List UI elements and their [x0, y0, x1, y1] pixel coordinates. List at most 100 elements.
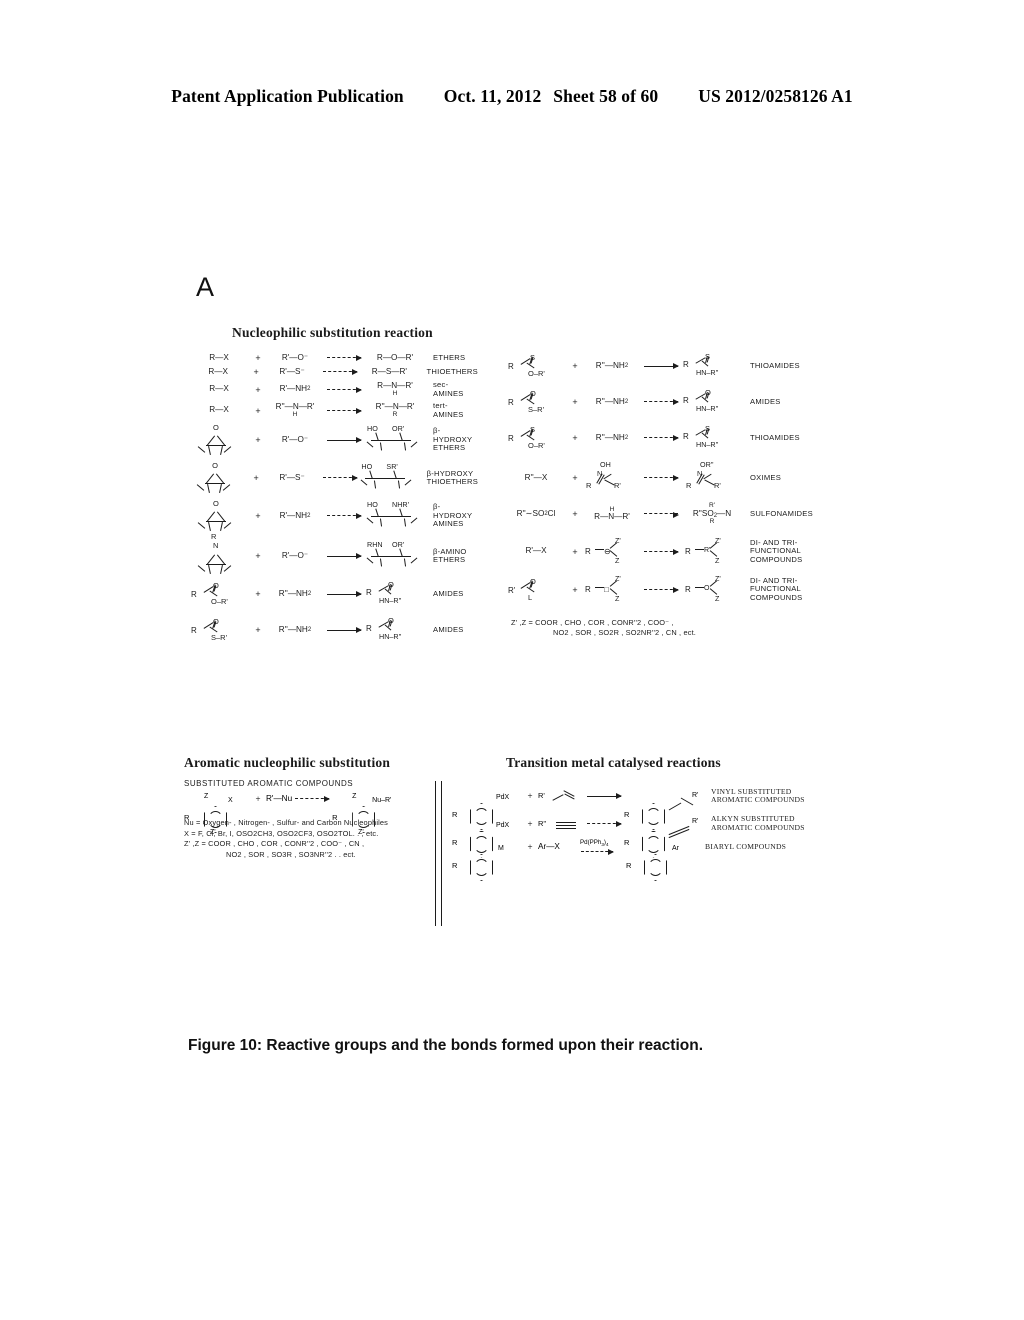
reaction-row: R'—X + R Z' ⊖ Z R Z' R' Z DI- AND TRI-FUNCTI…	[505, 535, 825, 566]
aromatic-section: Aromatic nucleophilic substitution SUBST…	[184, 755, 434, 861]
reagent: R'—NH 2	[279, 384, 311, 394]
figure-caption: Figure 10: Reactive groups and the bonds…	[188, 1037, 704, 1054]
header-date: Oct. 11, 2012	[443, 86, 542, 106]
reaction-row: RSO–R' + R''—NH2 RSHN–R'' THIOAMIDES	[505, 352, 825, 379]
reaction-arrow-icon	[324, 626, 364, 633]
reaction-arrow-icon	[324, 355, 364, 362]
oxime-structure: OH N R R'	[586, 460, 621, 490]
reaction-row: R—X + R'—S⁻ R—S—R' THIOETHERS	[188, 367, 478, 377]
amide-structure: ROHN–R''	[681, 388, 743, 415]
alkene-reagent: R'	[538, 787, 584, 805]
product-structure: RHN OR'	[364, 540, 426, 570]
oxime-ether-structure: OR'' N R R'	[686, 460, 721, 490]
header-publication: Patent Application Publication	[171, 86, 404, 106]
plus-sign: +	[527, 791, 533, 801]
product-substituent: R	[392, 410, 398, 418]
aziridine-structure: R N	[188, 532, 250, 575]
amide-structure: ROHN–R''	[364, 616, 426, 643]
reaction-row: R''—X + OH N R R' OR'' N R R' OXIMES	[505, 460, 825, 493]
reaction-row: R—X + R'—NH 2 R—N—R' H sec- AMINES	[188, 380, 478, 398]
thioamide-structure: RSHN–R''	[681, 352, 743, 379]
plus-sign: +	[572, 509, 578, 520]
reaction-arrow-icon	[641, 399, 681, 406]
acyl-structure: R'OL	[505, 577, 567, 603]
amine-structure: H R—N—R'	[594, 505, 630, 522]
metal-group: M	[498, 845, 504, 852]
plus-sign: +	[255, 625, 261, 635]
reagent: R''—NH 2	[595, 360, 629, 370]
product-structure: R Z' R' Z	[685, 535, 721, 565]
aromatic-note-z-2: NO2 , SOR , SO3R , SO3NR''2 . . ect.	[226, 850, 356, 860]
reaction-row: R—X + R''—N—R' H R''—N—R' R tert-AMINES	[188, 401, 478, 419]
z-legend-line-1: Z' ,Z = COOR , CHO , COR , CONR''2 , COO…	[511, 617, 674, 627]
right-reaction-column: RSO–R' + R''—NH2 RSHN–R'' THIOAMIDES	[505, 352, 825, 639]
plus-sign: +	[253, 473, 259, 483]
reactant: R—X	[209, 352, 229, 362]
reaction-arrow-icon	[641, 511, 681, 518]
amide-structure: ROHN–R''	[364, 580, 426, 607]
reagent: R''—NH 2	[595, 432, 629, 442]
product-class-label: VINYL SUBSTITUTED AROMATIC COMPOUNDS	[711, 786, 805, 804]
thioamide-structure: RSHN–R''	[681, 424, 743, 451]
panel-label-a: A	[196, 272, 215, 302]
reaction-row: O + R'—O⁻ HO OR' β-HYDROXY ETHERS	[188, 423, 478, 456]
reaction-arrow-icon	[641, 548, 681, 555]
reaction-arrow-icon	[324, 436, 364, 443]
reaction-arrow-icon	[324, 407, 364, 414]
product-structure: HO SR'	[359, 462, 419, 492]
aryl-halide-reagent: Ar—X	[538, 841, 560, 851]
product: R—N—R' H	[364, 381, 426, 397]
product-class-label: DI- AND TRI-FUNCTIONAL COMPOUNDS	[750, 575, 803, 602]
aromatic-subtitle: SUBSTITUTED AROMATIC COMPOUNDS	[184, 779, 354, 788]
section-divider	[435, 781, 442, 926]
reactant: R—X	[208, 366, 228, 376]
product-class-label: β-HYDROXY ETHERS	[433, 426, 473, 453]
z-legend-line-2: NO2 , SOR , SO2R , SO2NR''2 , CN , ect.	[553, 628, 696, 638]
reaction-row: R—X + R'—O⁻ R—O—R' ETHERS	[188, 353, 478, 363]
product: R''—N—R' R	[364, 402, 426, 418]
reagent: R'—O⁻	[281, 434, 309, 444]
reactant: R—X	[209, 384, 229, 394]
reaction-arrow-icon	[320, 475, 359, 482]
plus-sign: +	[572, 397, 578, 407]
product-class-label: AMIDES	[433, 588, 464, 598]
product-substituent: H	[392, 389, 398, 397]
product-class-label: ALKYN SUBSTITUTED AROMATIC COMPOUNDS	[711, 814, 805, 832]
sulfonamide-structure: R' R''SO2—N R	[692, 502, 732, 525]
carbanion-structure: R Z' ⊖ Z	[585, 535, 621, 565]
thionoester-structure: RSO–R'	[505, 353, 567, 379]
left-reaction-column: R—X + R'—O⁻ R—O—R' ETHERS R—X + R'—S⁻ R—…	[188, 353, 478, 647]
reaction-arrow-icon	[641, 362, 681, 369]
reaction-arrow-icon	[324, 513, 364, 520]
thioester-structure: ROS–R'	[188, 617, 250, 643]
plus-sign: +	[255, 405, 261, 416]
product-class-label: THIOAMIDES	[750, 360, 800, 370]
reaction-row: O + R'—NH 2 HO NHR' β-HYDROXY AMINES	[188, 499, 478, 532]
reaction-arrow-icon	[324, 552, 364, 559]
epoxide-structure: O	[188, 423, 250, 456]
product: R—S—R'	[371, 366, 407, 376]
plus-sign: +	[527, 818, 533, 829]
aromatic-reagent: R'—Nu	[266, 793, 293, 803]
reagent: R'—NH 2	[279, 510, 311, 520]
reagent-substituent: H	[292, 410, 298, 418]
plus-sign: +	[572, 473, 578, 483]
reagent: R'—O⁻	[281, 550, 309, 560]
plus-sign: +	[572, 433, 578, 443]
reagent: R'—S⁻	[279, 366, 305, 376]
reagent: R'—S⁻	[279, 472, 305, 482]
reaction-row: R'OL + RZ'□ Z RZ' OZ DI- AND TRI	[505, 574, 825, 604]
plus-sign: +	[255, 353, 261, 363]
plus-sign: +	[572, 546, 578, 557]
reaction-arrow-icon	[320, 369, 359, 376]
product-class-label: SULFONAMIDES	[750, 509, 813, 519]
plus-sign: +	[255, 384, 261, 395]
plus-sign: +	[255, 435, 261, 445]
plus-sign: +	[255, 511, 261, 521]
page-header: Patent Application Publication Oct. 11, …	[0, 86, 1024, 107]
product-class-label: BIARYL COMPOUNDS	[705, 841, 787, 851]
aryl-group: Ar	[672, 845, 679, 852]
product-class-label: THIOAMIDES	[750, 432, 800, 442]
transition-metal-title: Transition metal catalysed reactions	[506, 755, 721, 770]
plus-sign: +	[255, 551, 261, 561]
